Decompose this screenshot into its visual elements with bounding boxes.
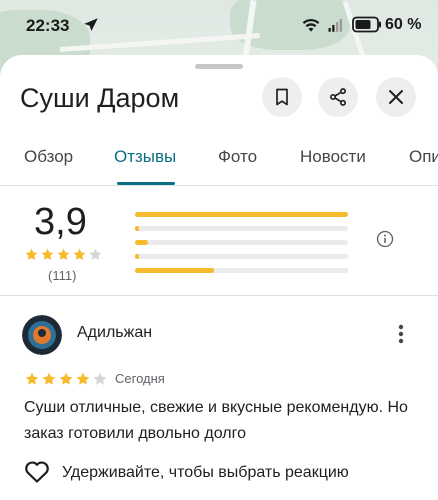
- place-sheet: Суши Даром Обзор Отзывы Фото Новости Опи…: [0, 55, 438, 500]
- avatar[interactable]: [22, 315, 62, 355]
- info-icon[interactable]: [376, 230, 394, 248]
- tab-about[interactable]: Опи: [409, 147, 438, 167]
- navigation-arrow-icon: [84, 18, 98, 31]
- battery-percent: 60 %: [385, 16, 422, 33]
- save-button[interactable]: [262, 77, 302, 117]
- bookmark-icon: [276, 88, 288, 106]
- star-filled-icon: [59, 372, 73, 385]
- tab-overview[interactable]: Обзор: [24, 147, 73, 167]
- star-filled-icon: [25, 248, 38, 260]
- rating-bar-fill: [135, 268, 214, 273]
- heart-icon[interactable]: [24, 460, 50, 484]
- review-rating-stars: [24, 371, 108, 387]
- close-icon: [389, 90, 403, 104]
- sheet-drag-handle[interactable]: [195, 64, 243, 69]
- more-options-icon[interactable]: [391, 322, 411, 346]
- share-icon: [330, 88, 346, 106]
- tab-photos[interactable]: Фото: [218, 147, 257, 167]
- rating-bar-fill: [135, 240, 148, 245]
- share-button[interactable]: [318, 77, 358, 117]
- status-time: 22:33: [26, 16, 70, 35]
- rating-bar-2: [135, 254, 348, 259]
- rating-bar-1: [135, 268, 348, 273]
- review-author[interactable]: Адильжан: [77, 324, 152, 342]
- battery-icon: [352, 16, 381, 33]
- reaction-hint[interactable]: Удерживайте, чтобы выбрать реакцию: [62, 464, 349, 482]
- star-empty-icon: [93, 372, 107, 385]
- star-filled-icon: [42, 372, 56, 385]
- rating-bar-5: [135, 212, 348, 217]
- tab-news[interactable]: Новости: [300, 147, 366, 167]
- star-empty-icon: [89, 248, 102, 260]
- star-filled-icon: [76, 372, 90, 385]
- signal-icon: [328, 19, 342, 32]
- rating-bar-4: [135, 226, 348, 231]
- tab-reviews[interactable]: Отзывы: [114, 147, 176, 167]
- review-text: Суши отличные, свежие и вкусные рекоменд…: [24, 399, 408, 442]
- author-avatar-icon: [22, 315, 62, 355]
- status-bar: 22:33 60 %: [0, 0, 438, 52]
- average-rating-stars: [24, 247, 103, 263]
- place-title: Суши Даром: [20, 83, 180, 113]
- tab-bar: Обзор Отзывы Фото Новости Опи: [0, 135, 438, 185]
- star-filled-icon: [41, 248, 54, 260]
- star-filled-icon: [25, 372, 39, 385]
- star-filled-icon: [73, 248, 86, 260]
- rating-bar-fill: [135, 212, 348, 217]
- star-filled-icon: [57, 248, 70, 260]
- average-rating: 3,9: [34, 201, 87, 243]
- rating-bar-fill: [135, 226, 139, 231]
- review-count: (111): [48, 268, 77, 283]
- wifi-icon: [302, 19, 320, 32]
- summary-divider: [0, 295, 438, 296]
- close-button[interactable]: [376, 77, 416, 117]
- review-date: Сегодня: [115, 371, 165, 386]
- tabs-divider: [0, 185, 438, 186]
- rating-bar-fill: [135, 254, 139, 259]
- rating-bar-3: [135, 240, 348, 245]
